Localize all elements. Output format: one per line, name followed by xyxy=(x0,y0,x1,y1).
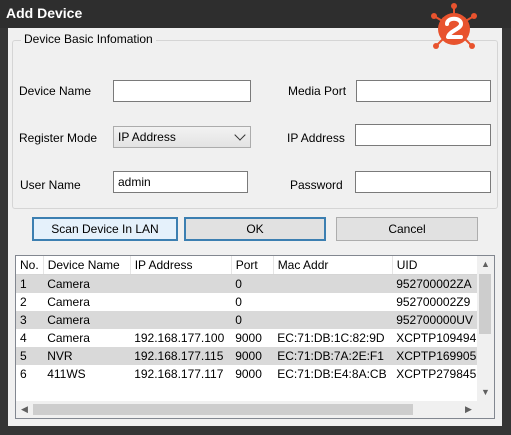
table-cell: Camera xyxy=(47,331,90,345)
table-cell xyxy=(273,293,392,311)
table-row[interactable]: 1 Camera 0 952700002ZA xyxy=(16,274,483,293)
table-cell: EC:71:DB:E4:8A:CB xyxy=(277,367,387,381)
table-cell: 4 xyxy=(20,331,27,345)
table-cell: 952700000UV xyxy=(392,311,483,329)
table-cell xyxy=(273,311,393,329)
table-row[interactable]: 6 411WS 192.168.177.117 9000 EC:71:DB:E4… xyxy=(16,365,482,383)
table-cell: 952700002Z9 xyxy=(396,295,471,309)
ip-address-input[interactable] xyxy=(355,124,491,146)
ok-button[interactable]: OK xyxy=(184,217,326,241)
table-cell: NVR xyxy=(43,347,131,365)
scrollbar-corner xyxy=(477,401,494,418)
table-cell: 0 xyxy=(235,295,242,309)
ip-address-label: IP Address xyxy=(287,131,345,145)
device-basic-info-group: Device Basic Infomation Device Name Medi… xyxy=(12,32,498,209)
group-title: Device Basic Infomation xyxy=(21,32,156,46)
user-name-input[interactable]: admin xyxy=(113,171,248,193)
scroll-left-icon[interactable]: ◀ xyxy=(16,401,33,418)
user-name-label: User Name xyxy=(20,178,81,192)
horizontal-scrollbar[interactable]: ◀ ▶ xyxy=(16,401,477,418)
column-header[interactable]: UID xyxy=(392,256,483,275)
table-cell: 192.168.177.100 xyxy=(134,331,225,345)
column-header[interactable]: IP Address xyxy=(130,256,232,275)
table-cell: XCPTP279845 xyxy=(396,367,477,381)
table-cell: 9000 xyxy=(231,347,274,365)
vertical-scroll-thumb[interactable] xyxy=(479,274,491,334)
table-row[interactable]: 5 NVR 192.168.177.115 9000 EC:71:DB:7A:2… xyxy=(16,347,483,365)
scroll-right-icon[interactable]: ▶ xyxy=(460,401,477,418)
add-device-dialog: Add Device Device Basic Infomation Devic… xyxy=(0,0,511,435)
table-cell: EC:71:DB:7A:2E:F1 xyxy=(273,347,393,365)
column-header[interactable]: Port xyxy=(231,256,274,275)
table-cell: Camera xyxy=(43,311,131,329)
table-cell: 1 xyxy=(16,274,44,293)
table-cell: 2 xyxy=(20,295,27,309)
table-row[interactable]: 2 Camera 0 952700002Z9 xyxy=(16,293,482,311)
table-cell: EC:71:DB:1C:82:9D xyxy=(277,331,385,345)
device-name-label: Device Name xyxy=(19,84,92,98)
device-table: No. Device Name IP Address Port Mac Addr… xyxy=(16,256,483,383)
dialog-body: Device Basic Infomation Device Name Medi… xyxy=(8,28,502,426)
device-list[interactable]: No. Device Name IP Address Port Mac Addr… xyxy=(15,255,495,419)
column-header[interactable]: No. xyxy=(16,256,44,275)
chevron-down-icon xyxy=(234,129,246,141)
table-cell: 9000 xyxy=(235,331,262,345)
horizontal-scroll-thumb[interactable] xyxy=(33,404,413,415)
table-cell: 952700002ZA xyxy=(392,274,483,293)
table-cell: 6 xyxy=(20,367,27,381)
scan-device-button[interactable]: Scan Device In LAN xyxy=(32,217,178,241)
password-label: Password xyxy=(290,178,343,192)
register-mode-select[interactable]: IP Address xyxy=(113,126,251,148)
table-cell: 192.168.177.117 xyxy=(134,367,224,381)
device-name-input[interactable] xyxy=(113,80,251,102)
table-cell: XCPTP169905 xyxy=(392,347,483,365)
table-cell xyxy=(130,293,231,311)
scroll-down-icon[interactable]: ▼ xyxy=(477,384,494,401)
column-header[interactable]: Device Name xyxy=(43,256,131,275)
password-input[interactable] xyxy=(355,171,491,193)
table-cell xyxy=(130,311,232,329)
table-row[interactable]: 4 Camera 192.168.177.100 9000 EC:71:DB:1… xyxy=(16,329,482,347)
column-header[interactable]: Mac Addr xyxy=(273,256,393,275)
table-cell: 0 xyxy=(231,274,274,293)
table-cell: 192.168.177.115 xyxy=(130,347,232,365)
vertical-scrollbar[interactable]: ▲ ▼ xyxy=(477,256,494,401)
table-cell: 0 xyxy=(231,311,274,329)
register-mode-label: Register Mode xyxy=(19,131,98,145)
table-cell: Camera xyxy=(47,295,90,309)
app-logo-icon xyxy=(431,3,477,49)
table-row[interactable]: 3 Camera 0 952700000UV xyxy=(16,311,483,329)
table-cell xyxy=(273,274,393,293)
cancel-button[interactable]: Cancel xyxy=(336,217,478,241)
table-cell: Camera xyxy=(43,274,131,293)
table-cell: 411WS xyxy=(47,367,86,381)
register-mode-value: IP Address xyxy=(118,130,176,144)
table-header-row: No. Device Name IP Address Port Mac Addr… xyxy=(16,256,483,275)
window-title: Add Device xyxy=(6,5,83,21)
table-cell: 5 xyxy=(16,347,44,365)
table-cell: XCPTP109494 xyxy=(396,331,477,345)
table-cell: 3 xyxy=(16,311,44,329)
table-cell: 9000 xyxy=(235,367,262,381)
media-port-input[interactable] xyxy=(356,80,491,102)
media-port-label: Media Port xyxy=(288,84,347,98)
scroll-up-icon[interactable]: ▲ xyxy=(477,256,494,273)
table-cell xyxy=(130,274,232,293)
